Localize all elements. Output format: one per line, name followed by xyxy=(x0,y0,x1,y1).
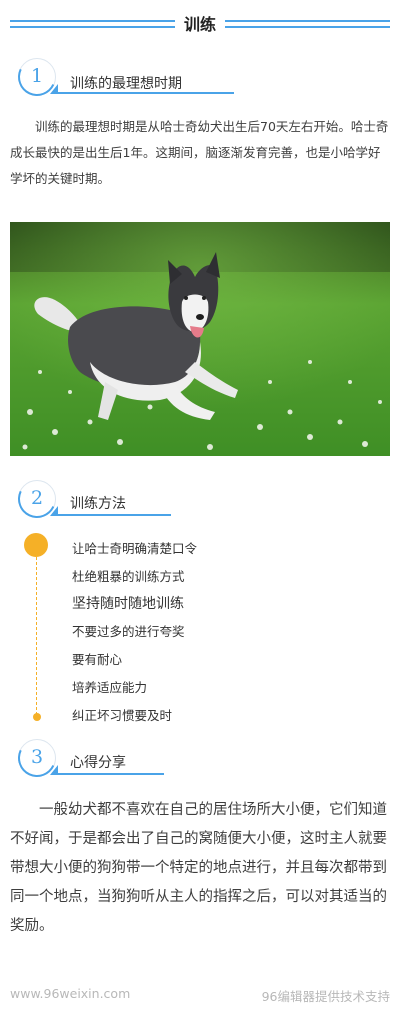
footer-credit: 96编辑器提供技术支持 xyxy=(261,989,390,1004)
list-connector-line xyxy=(36,557,37,715)
section-header-2: 2 训练方法 xyxy=(12,474,228,524)
section-header-3: 3 心得分享 xyxy=(12,733,228,783)
section-underline xyxy=(50,84,234,94)
section-label: 心得分享 xyxy=(70,755,126,771)
list-item: 坚持随时随地训练 xyxy=(72,596,184,612)
footer-site-link[interactable]: www.96weixin.com xyxy=(10,986,130,1001)
husky-running-on-grass-photo xyxy=(10,222,390,456)
list-item: 培养适应能力 xyxy=(72,680,148,695)
list-item: 不要过多的进行夸奖 xyxy=(72,624,185,639)
list-item: 要有耐心 xyxy=(72,652,123,667)
section-underline xyxy=(50,506,171,516)
section-header-1: 1 训练的最理想时期 xyxy=(12,52,234,102)
list-item: 杜绝粗暴的训练方式 xyxy=(72,569,185,584)
section-label: 训练方法 xyxy=(70,496,126,512)
husky-photo xyxy=(10,222,390,456)
section-title-bar: 训练 xyxy=(10,14,390,36)
list-end-dot xyxy=(33,713,41,721)
paragraph-experience: 一般幼犬都不喜欢在自己的居住场所大小便，它们知道不好闻，于是都会出了自己的窝随便… xyxy=(10,802,387,934)
list-item: 纠正坏习惯要及时 xyxy=(72,708,173,723)
list-item: 让哈士奇明确清楚口令 xyxy=(72,541,198,556)
section-label: 训练的最理想时期 xyxy=(70,76,182,92)
page-title: 训练 xyxy=(183,15,216,34)
section-underline xyxy=(50,765,164,775)
list-start-dot xyxy=(24,533,48,557)
paragraph-training-period: 训练的最理想时期是从哈士奇幼犬出生后70天左右开始。哈士奇成长最快的是出生后1年… xyxy=(10,119,389,186)
